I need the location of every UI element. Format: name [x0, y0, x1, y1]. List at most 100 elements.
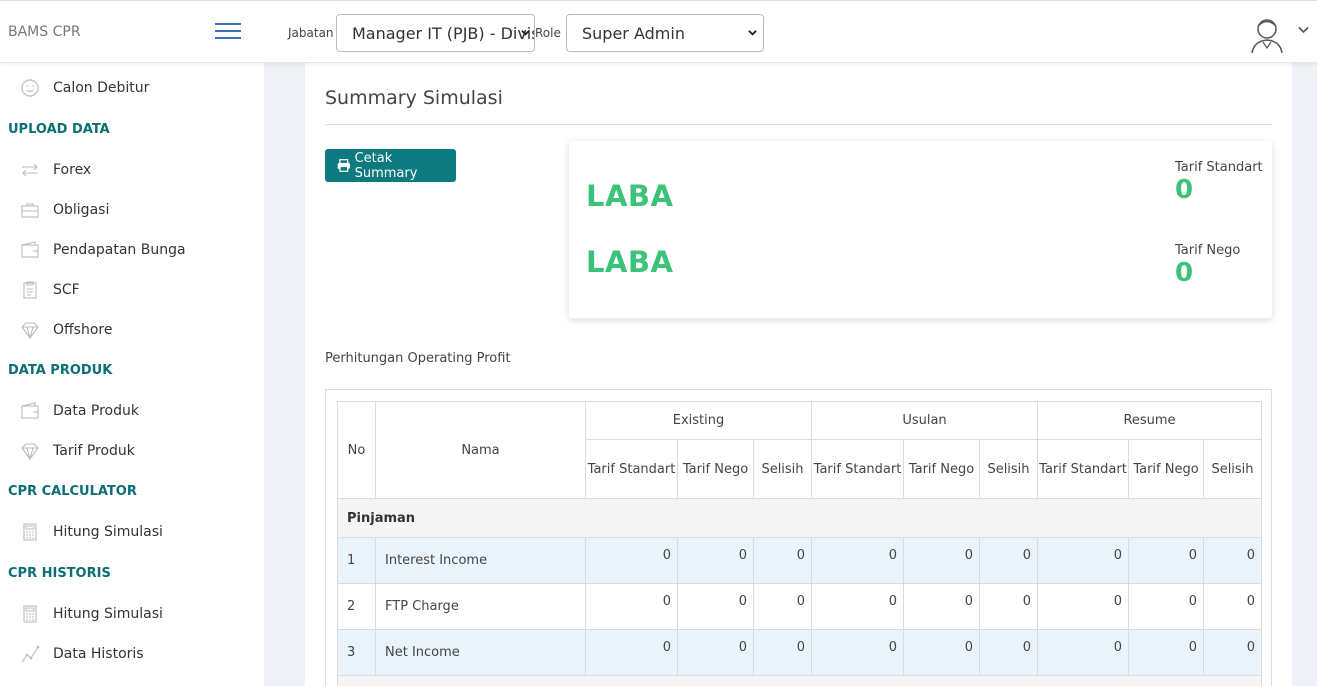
cell-value: 0 — [1037, 583, 1129, 630]
main-card: Summary Simulasi Cetak Summary LABA LABA… — [305, 63, 1292, 686]
col-header-nama: Nama — [375, 401, 586, 499]
role-select[interactable]: Super Admin — [566, 14, 764, 52]
sidebar: Calon Debitur UPLOAD DATA Forex Obligasi… — [0, 63, 264, 686]
sidebar-item-forex[interactable]: Forex — [0, 155, 264, 185]
row-nama: Net Income — [375, 629, 586, 676]
jabatan-select[interactable]: Manager IT (PJB) - Divisi — [336, 14, 535, 52]
brand-name[interactable]: BAMS CPR — [8, 24, 81, 40]
cell-value: 0 — [753, 537, 812, 584]
cell-value: 0 — [585, 537, 678, 584]
sidebar-item-hitung-simulasi-historis[interactable]: Hitung Simulasi — [0, 599, 264, 629]
table-row: 1 Interest Income 0 0 0 0 0 0 0 0 0 — [337, 537, 1262, 584]
row-no: 1 — [337, 537, 376, 584]
tarif-nego-value: 0 — [1175, 258, 1194, 288]
top-navbar: BAMS CPR Jabatan Manager IT (PJB) - Divi… — [0, 0, 1317, 63]
row-nama: Interest Income — [375, 537, 586, 584]
col-header-selisih: Selisih — [753, 439, 812, 499]
tarif-standart-value: 0 — [1175, 175, 1194, 205]
menu-toggle-icon[interactable] — [215, 23, 241, 43]
table-row: 2 FTP Charge 0 0 0 0 0 0 0 0 0 — [337, 583, 1262, 630]
operating-profit-table: No Nama Existing Usulan Resume Tarif Sta… — [337, 401, 1262, 686]
col-header-tarif-standart: Tarif Standart — [811, 439, 904, 499]
group-row-label: Pinjaman — [337, 498, 1262, 538]
diamond-icon — [21, 443, 39, 461]
tarif-standart-label: Tarif Standart — [1175, 160, 1263, 175]
sidebar-item-offshore[interactable]: Offshore — [0, 315, 264, 345]
cell-value: 0 — [753, 629, 812, 676]
chart-line-icon — [21, 645, 40, 663]
page-title: Summary Simulasi — [325, 87, 503, 109]
col-group-resume: Resume — [1037, 401, 1262, 440]
sidebar-item-scf[interactable]: SCF — [0, 275, 264, 305]
row-no: 3 — [337, 629, 376, 676]
cell-value: 0 — [1203, 537, 1262, 584]
table-container: No Nama Existing Usulan Resume Tarif Sta… — [325, 389, 1272, 686]
sidebar-item-pendapatan-bunga[interactable]: Pendapatan Bunga — [0, 235, 264, 265]
cell-value: 0 — [811, 583, 904, 630]
col-header-tarif-nego: Tarif Nego — [677, 439, 754, 499]
col-group-existing: Existing — [585, 401, 812, 440]
section-label: Perhitungan Operating Profit — [325, 351, 511, 366]
sidebar-heading-upload-data: UPLOAD DATA — [8, 122, 110, 137]
laba-standart: LABA — [586, 179, 674, 213]
summary-box: LABA LABA Tarif Standart 0 Tarif Nego 0 — [569, 141, 1272, 318]
sidebar-item-obligasi[interactable]: Obligasi — [0, 195, 264, 225]
print-summary-button[interactable]: Cetak Summary — [325, 149, 456, 182]
sidebar-item-label: SCF — [53, 282, 80, 298]
sidebar-item-label: Forex — [53, 162, 92, 178]
cell-value: 0 — [979, 537, 1038, 584]
jabatan-select-value: Manager IT (PJB) - Divisi — [352, 24, 535, 43]
diamond-icon — [21, 322, 39, 340]
wallet-icon — [21, 402, 39, 419]
cell-value: 0 — [677, 583, 754, 630]
printer-icon — [337, 159, 350, 172]
sidebar-heading-data-produk: DATA PRODUK — [8, 363, 113, 378]
sidebar-item-label: Data Produk — [53, 403, 139, 419]
sidebar-item-label: Data Historis — [53, 646, 144, 662]
col-header-selisih: Selisih — [979, 439, 1038, 499]
sidebar-item-label: Hitung Simulasi — [53, 524, 163, 540]
smile-icon — [21, 79, 39, 97]
sidebar-item-data-produk[interactable]: Data Produk — [0, 396, 264, 426]
group-row: Pinjaman — [337, 498, 1262, 538]
col-header-tarif-standart: Tarif Standart — [1037, 439, 1129, 499]
sidebar-item-label: Calon Debitur — [53, 80, 150, 96]
sidebar-heading-cpr-calculator: CPR CALCULATOR — [8, 484, 137, 499]
cell-value: 0 — [585, 583, 678, 630]
briefcase-icon — [21, 203, 39, 218]
sidebar-item-calon-debitur[interactable]: Calon Debitur — [0, 73, 264, 103]
row-no: 2 — [337, 583, 376, 630]
cell-value: 0 — [1203, 583, 1262, 630]
table-row-partial-cell — [337, 675, 1262, 686]
col-header-no: No — [337, 401, 376, 499]
cell-value: 0 — [903, 537, 980, 584]
sidebar-item-tarif-produk[interactable]: Tarif Produk — [0, 436, 264, 466]
laba-nego: LABA — [586, 245, 674, 279]
chevron-down-icon — [748, 30, 757, 36]
col-group-usulan: Usulan — [811, 401, 1038, 440]
sidebar-item-label: Tarif Produk — [53, 443, 135, 459]
cell-value: 0 — [903, 629, 980, 676]
sidebar-item-hitung-simulasi[interactable]: Hitung Simulasi — [0, 517, 264, 547]
col-header-tarif-nego: Tarif Nego — [1128, 439, 1204, 499]
chevron-down-icon[interactable] — [1298, 26, 1309, 34]
tarif-nego-label: Tarif Nego — [1175, 243, 1241, 258]
sidebar-heading-cpr-historis: CPR HISTORIS — [8, 566, 111, 581]
cell-value: 0 — [811, 629, 904, 676]
title-divider — [325, 124, 1272, 125]
cell-value: 0 — [811, 537, 904, 584]
table-row: 3 Net Income 0 0 0 0 0 0 0 0 0 — [337, 629, 1262, 676]
sidebar-item-data-historis[interactable]: Data Historis — [0, 639, 264, 669]
calculator-icon — [23, 523, 37, 541]
role-label: Role — [535, 26, 561, 40]
chevron-down-icon — [521, 30, 530, 36]
col-header-tarif-nego: Tarif Nego — [903, 439, 980, 499]
cell-value: 0 — [753, 583, 812, 630]
calculator-icon — [23, 605, 37, 623]
cell-value: 0 — [1203, 629, 1262, 676]
user-avatar-icon[interactable] — [1248, 14, 1286, 54]
col-header-tarif-standart: Tarif Standart — [585, 439, 678, 499]
cell-value: 0 — [1128, 629, 1204, 676]
col-header-selisih: Selisih — [1203, 439, 1262, 499]
exchange-icon — [22, 163, 38, 177]
